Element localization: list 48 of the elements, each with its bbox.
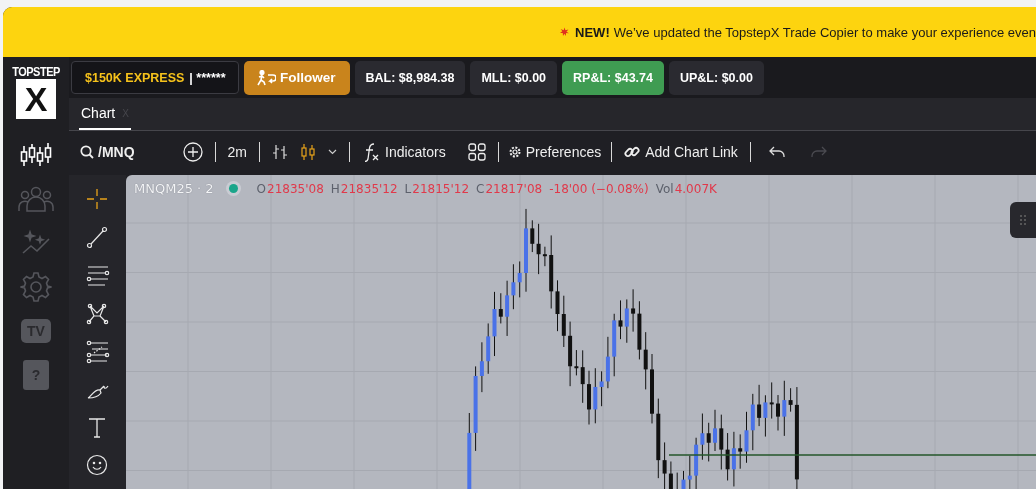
trend-line-icon[interactable] <box>85 226 110 250</box>
link-icon <box>624 144 641 160</box>
preferences-button[interactable]: Preferences <box>504 138 606 166</box>
grip-icon <box>1020 215 1026 225</box>
legend-label: Vol <box>655 181 674 196</box>
interval-button[interactable]: 2m <box>221 138 253 166</box>
smiley-icon[interactable] <box>85 454 110 478</box>
plus-circle-icon <box>182 142 203 162</box>
logo-mark: X <box>16 79 56 119</box>
pattern-icon[interactable] <box>85 302 110 326</box>
function-icon <box>362 142 380 162</box>
candle <box>587 370 591 425</box>
symbol-search[interactable]: /MNQ <box>80 138 135 166</box>
legend-label: H <box>330 181 340 196</box>
add-chart-link-button[interactable]: Add Chart Link <box>618 138 744 166</box>
settings-icon <box>508 146 521 158</box>
legend-value: 21835'08 <box>267 181 324 196</box>
candlestick-nav-icon[interactable] <box>19 141 53 169</box>
account-dropdown[interactable]: $150K EXPRESS | ****** <box>71 61 239 94</box>
indicators-button[interactable]: Indicators <box>356 138 452 166</box>
candle <box>650 353 654 424</box>
fibonacci-icon[interactable] <box>85 340 110 364</box>
account-stat: UP&L: $0.00 <box>668 60 764 95</box>
follower-icon <box>256 69 276 86</box>
account-stat: RP&L: $43.74 <box>562 60 664 95</box>
logo-wordmark: TOPSTEP <box>12 63 60 79</box>
candle <box>713 409 717 452</box>
chart-symbol: MNQM25 · 2 <box>134 181 214 196</box>
new-label: NEW! <box>575 24 610 40</box>
chevron-down-icon <box>328 149 337 155</box>
legend-value: 4.007K <box>674 181 717 196</box>
status-dot <box>228 184 238 193</box>
grid-icon <box>467 143 486 161</box>
legend-value: 21835'12 <box>340 181 398 196</box>
legend-value: 21817'08 <box>485 181 543 196</box>
legend-value: -18'00 (−0.08%) <box>549 181 649 196</box>
account-stat: MLL: $0.00 <box>470 60 558 95</box>
legend-label: O <box>256 181 267 196</box>
drag-handle[interactable] <box>1010 202 1036 238</box>
legend-label: C <box>476 181 485 196</box>
candle <box>776 394 780 431</box>
legend-value: 21815'12 <box>412 181 470 196</box>
crosshair-icon[interactable] <box>85 188 110 212</box>
search-icon <box>80 145 94 159</box>
banner-message: We’ve updated the TopstepX Trade Copier to make your experience even <box>613 24 1036 40</box>
parallel-lines-icon[interactable] <box>85 264 110 288</box>
account-stat: BAL: $8,984.38 <box>354 60 466 95</box>
legend-label: L <box>404 181 412 196</box>
